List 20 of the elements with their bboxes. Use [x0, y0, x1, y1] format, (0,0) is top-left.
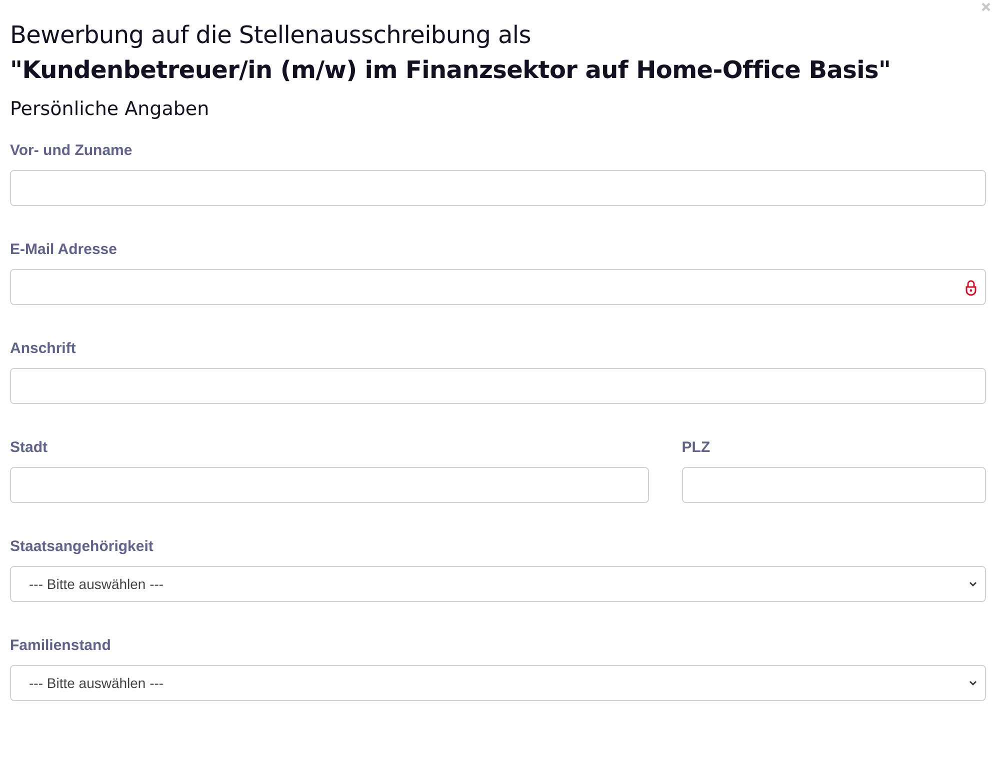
input-field[interactable]: [10, 170, 986, 206]
chevron-down-icon: [969, 680, 977, 686]
field-label: Staatsangehörigkeit: [10, 538, 154, 556]
field-label: Stadt: [10, 439, 48, 457]
chevron-down-icon: [969, 581, 977, 587]
field-label: Familienstand: [10, 637, 112, 655]
field-label: E-Mail Adresse: [10, 241, 118, 259]
field-label: PLZ: [682, 439, 712, 457]
input-field[interactable]: [10, 368, 986, 404]
input-field[interactable]: [10, 467, 649, 503]
close-icon[interactable]: [981, 2, 991, 12]
field-label: Anschrift: [10, 340, 77, 358]
input-field[interactable]: [682, 467, 986, 503]
input-field[interactable]: [10, 269, 986, 305]
section-heading: Persönliche Angaben: [10, 97, 210, 122]
form-title: Bewerbung auf die Stellenausschreibung als "Kundenbetreuer/in (m/w) im Finanzsektor auf Home-Office Basis": [10, 20, 892, 86]
lock-icon: [965, 278, 977, 296]
dropdown[interactable]: --- Bitte auswählen ---: [10, 665, 986, 701]
field-label: Vor- und Zuname: [10, 142, 134, 160]
dropdown[interactable]: --- Bitte auswählen ---: [10, 566, 986, 602]
